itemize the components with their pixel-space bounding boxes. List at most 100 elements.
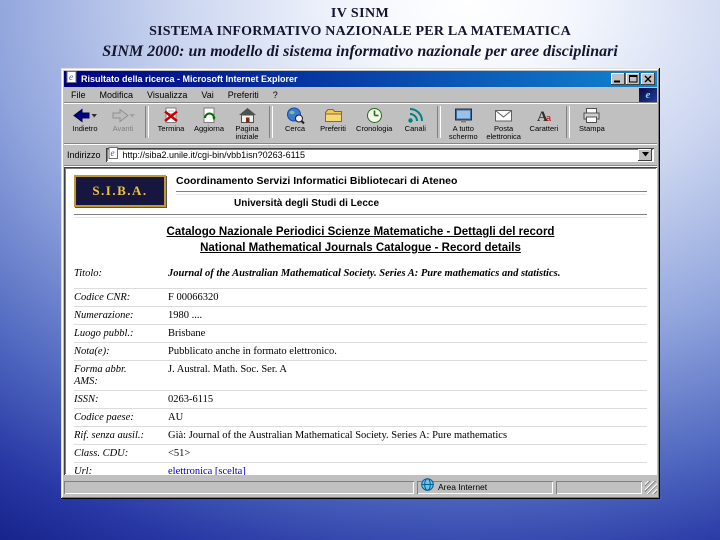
print-button[interactable]: Stampa: [573, 105, 611, 134]
status-zone-text: Area Internet: [438, 482, 488, 492]
menu-file[interactable]: File: [64, 90, 93, 100]
fullscreen-button[interactable]: A tutto schermo: [444, 105, 482, 142]
home-button[interactable]: Pagina iniziale: [228, 105, 266, 142]
menu-modifica[interactable]: Modifica: [93, 90, 141, 100]
record-value: Pubblicato anche in formato elettronico.: [168, 346, 337, 357]
back-icon: [72, 106, 98, 124]
record-label: Class. CDU:: [74, 448, 129, 459]
record-value: Journal of the Australian Mathematical S…: [168, 268, 561, 279]
stop-icon: [162, 106, 180, 124]
record-label: Titolo:: [74, 268, 103, 279]
record-value: J. Austral. Math. Soc. Ser. A: [168, 364, 288, 375]
record-value: 1980 ....: [168, 310, 203, 321]
minimize-button[interactable]: [611, 73, 625, 85]
record-row: Class. CDU: <51>: [74, 445, 647, 463]
record-label: Url:: [74, 466, 93, 475]
favorites-icon: [324, 106, 343, 124]
header-line2: Università degli Studi di Lecce: [234, 198, 380, 209]
toolbar-separator: [145, 106, 149, 138]
channels-icon: [406, 106, 425, 124]
record-row: Url: elettronica [scelta]: [74, 463, 647, 475]
record-row: Luogo pubbl.: Brisbane: [74, 325, 647, 343]
menu-help[interactable]: ?: [266, 90, 285, 100]
record-row: Rif. senza ausil.: Già: Journal of the A…: [74, 427, 647, 445]
status-zone-panel: Area Internet: [417, 478, 553, 494]
address-input[interactable]: e http://siba2.unile.it/cgi-bin/vbb1isn?…: [105, 146, 654, 164]
record-value: Brisbane: [168, 328, 206, 339]
fullscreen-icon: [454, 106, 473, 124]
toolbar-separator: [565, 106, 570, 138]
record-row: Codice paese: AU: [74, 409, 647, 427]
record-value: Già: Journal of the Australian Mathemati…: [168, 430, 508, 441]
record-label: Luogo pubbl.:: [74, 328, 134, 339]
status-panel: [64, 481, 414, 494]
toolbar: Indietro Avanti Termina Aggiorna Pagina: [64, 103, 657, 144]
search-button[interactable]: Cerca: [276, 105, 314, 134]
record-label: Codice paese:: [74, 412, 134, 423]
maximize-button[interactable]: [626, 73, 640, 85]
address-url: http://siba2.unile.it/cgi-bin/vbb1isn?02…: [122, 149, 305, 160]
record-link[interactable]: elettronica [scelta]: [166, 466, 647, 475]
slide-title-line2: SISTEMA INFORMATIVO NAZIONALE PER LA MAT…: [149, 24, 571, 39]
svg-text:a: a: [546, 113, 551, 123]
ie-document-icon[interactable]: e: [66, 70, 78, 88]
record-value: 0263-6115: [168, 394, 214, 405]
toolbar-separator: [269, 106, 274, 138]
address-bar: Indirizzo e http://siba2.unile.it/cgi-bi…: [64, 144, 657, 166]
slide-title-block: IV SINM SISTEMA INFORMATIVO NAZIONALE PE…: [0, 0, 720, 62]
catalog-title-en: National Mathematical Journals Catalogue…: [200, 242, 521, 254]
page-content: S.I.B.A. Coordinamento Servizi Informati…: [64, 167, 657, 475]
channels-button[interactable]: Canali: [396, 105, 434, 134]
ie-logo-icon: e: [639, 87, 657, 102]
forward-icon: [110, 106, 136, 124]
horizontal-rule: [176, 191, 647, 195]
horizontal-rule: [74, 214, 647, 218]
record-table: Titolo: Journal of the Australian Mathem…: [74, 265, 647, 475]
record-value: AU: [168, 412, 184, 423]
slide-title-line3: SINM 2000: un modello di sistema informa…: [102, 43, 618, 60]
menu-visualizza[interactable]: Visualizza: [140, 90, 194, 100]
resize-grip[interactable]: [645, 480, 657, 494]
record-row: Codice CNR: F 00066320: [74, 289, 647, 307]
stop-button[interactable]: Termina: [152, 105, 190, 134]
catalog-title-it: Catalogo Nazionale Periodici Scienze Mat…: [166, 226, 555, 238]
document-icon: e: [108, 146, 119, 164]
address-label: Indirizzo: [67, 149, 101, 160]
svg-text:e: e: [110, 148, 114, 158]
header-line1: Coordinamento Servizi Informatici Biblio…: [176, 175, 458, 187]
mail-icon: [494, 106, 513, 124]
page-header: S.I.B.A. Coordinamento Servizi Informati…: [74, 175, 647, 210]
print-icon: [582, 106, 601, 124]
refresh-icon: [200, 106, 218, 124]
siba-logo: S.I.B.A.: [74, 175, 166, 207]
slide-title-line1: IV SINM: [330, 6, 390, 21]
refresh-button[interactable]: Aggiorna: [190, 105, 228, 134]
record-row: Forma abbr. AMS: J. Austral. Math. Soc. …: [74, 361, 647, 391]
record-label: Numerazione:: [74, 310, 134, 321]
record-value: <51>: [168, 448, 191, 459]
mail-button[interactable]: Posta elettronica: [482, 105, 525, 142]
record-row: Titolo: Journal of the Australian Mathem…: [74, 265, 647, 289]
history-icon: [365, 106, 384, 124]
menu-preferiti[interactable]: Preferiti: [221, 90, 266, 100]
record-label: Forma abbr. AMS:: [74, 364, 127, 387]
fonts-button[interactable]: Aa Caratteri: [525, 105, 563, 134]
browser-window: e Risultato della ricerca - Microsoft In…: [61, 68, 660, 499]
status-panel: [556, 481, 642, 494]
window-titlebar[interactable]: e Risultato della ricerca - Microsoft In…: [64, 71, 657, 87]
svg-text:e: e: [69, 72, 73, 82]
back-button[interactable]: Indietro: [66, 105, 104, 134]
address-dropdown-button[interactable]: [638, 148, 652, 161]
favorites-button[interactable]: Preferiti: [314, 105, 352, 134]
toolbar-separator: [437, 106, 442, 138]
history-button[interactable]: Cronologia: [352, 105, 396, 134]
menu-vai[interactable]: Vai: [194, 90, 220, 100]
header-text: Coordinamento Servizi Informatici Biblio…: [176, 175, 647, 210]
forward-button[interactable]: Avanti: [104, 105, 142, 134]
menu-bar: File Modifica Visualizza Vai Preferiti ?…: [64, 87, 657, 103]
record-label: Rif. senza ausil.:: [74, 430, 144, 441]
record-label: ISSN:: [74, 394, 99, 405]
window-title: Risultato della ricerca - Microsoft Inte…: [81, 74, 298, 84]
record-value: F 00066320: [168, 292, 219, 303]
close-button[interactable]: [641, 73, 655, 85]
